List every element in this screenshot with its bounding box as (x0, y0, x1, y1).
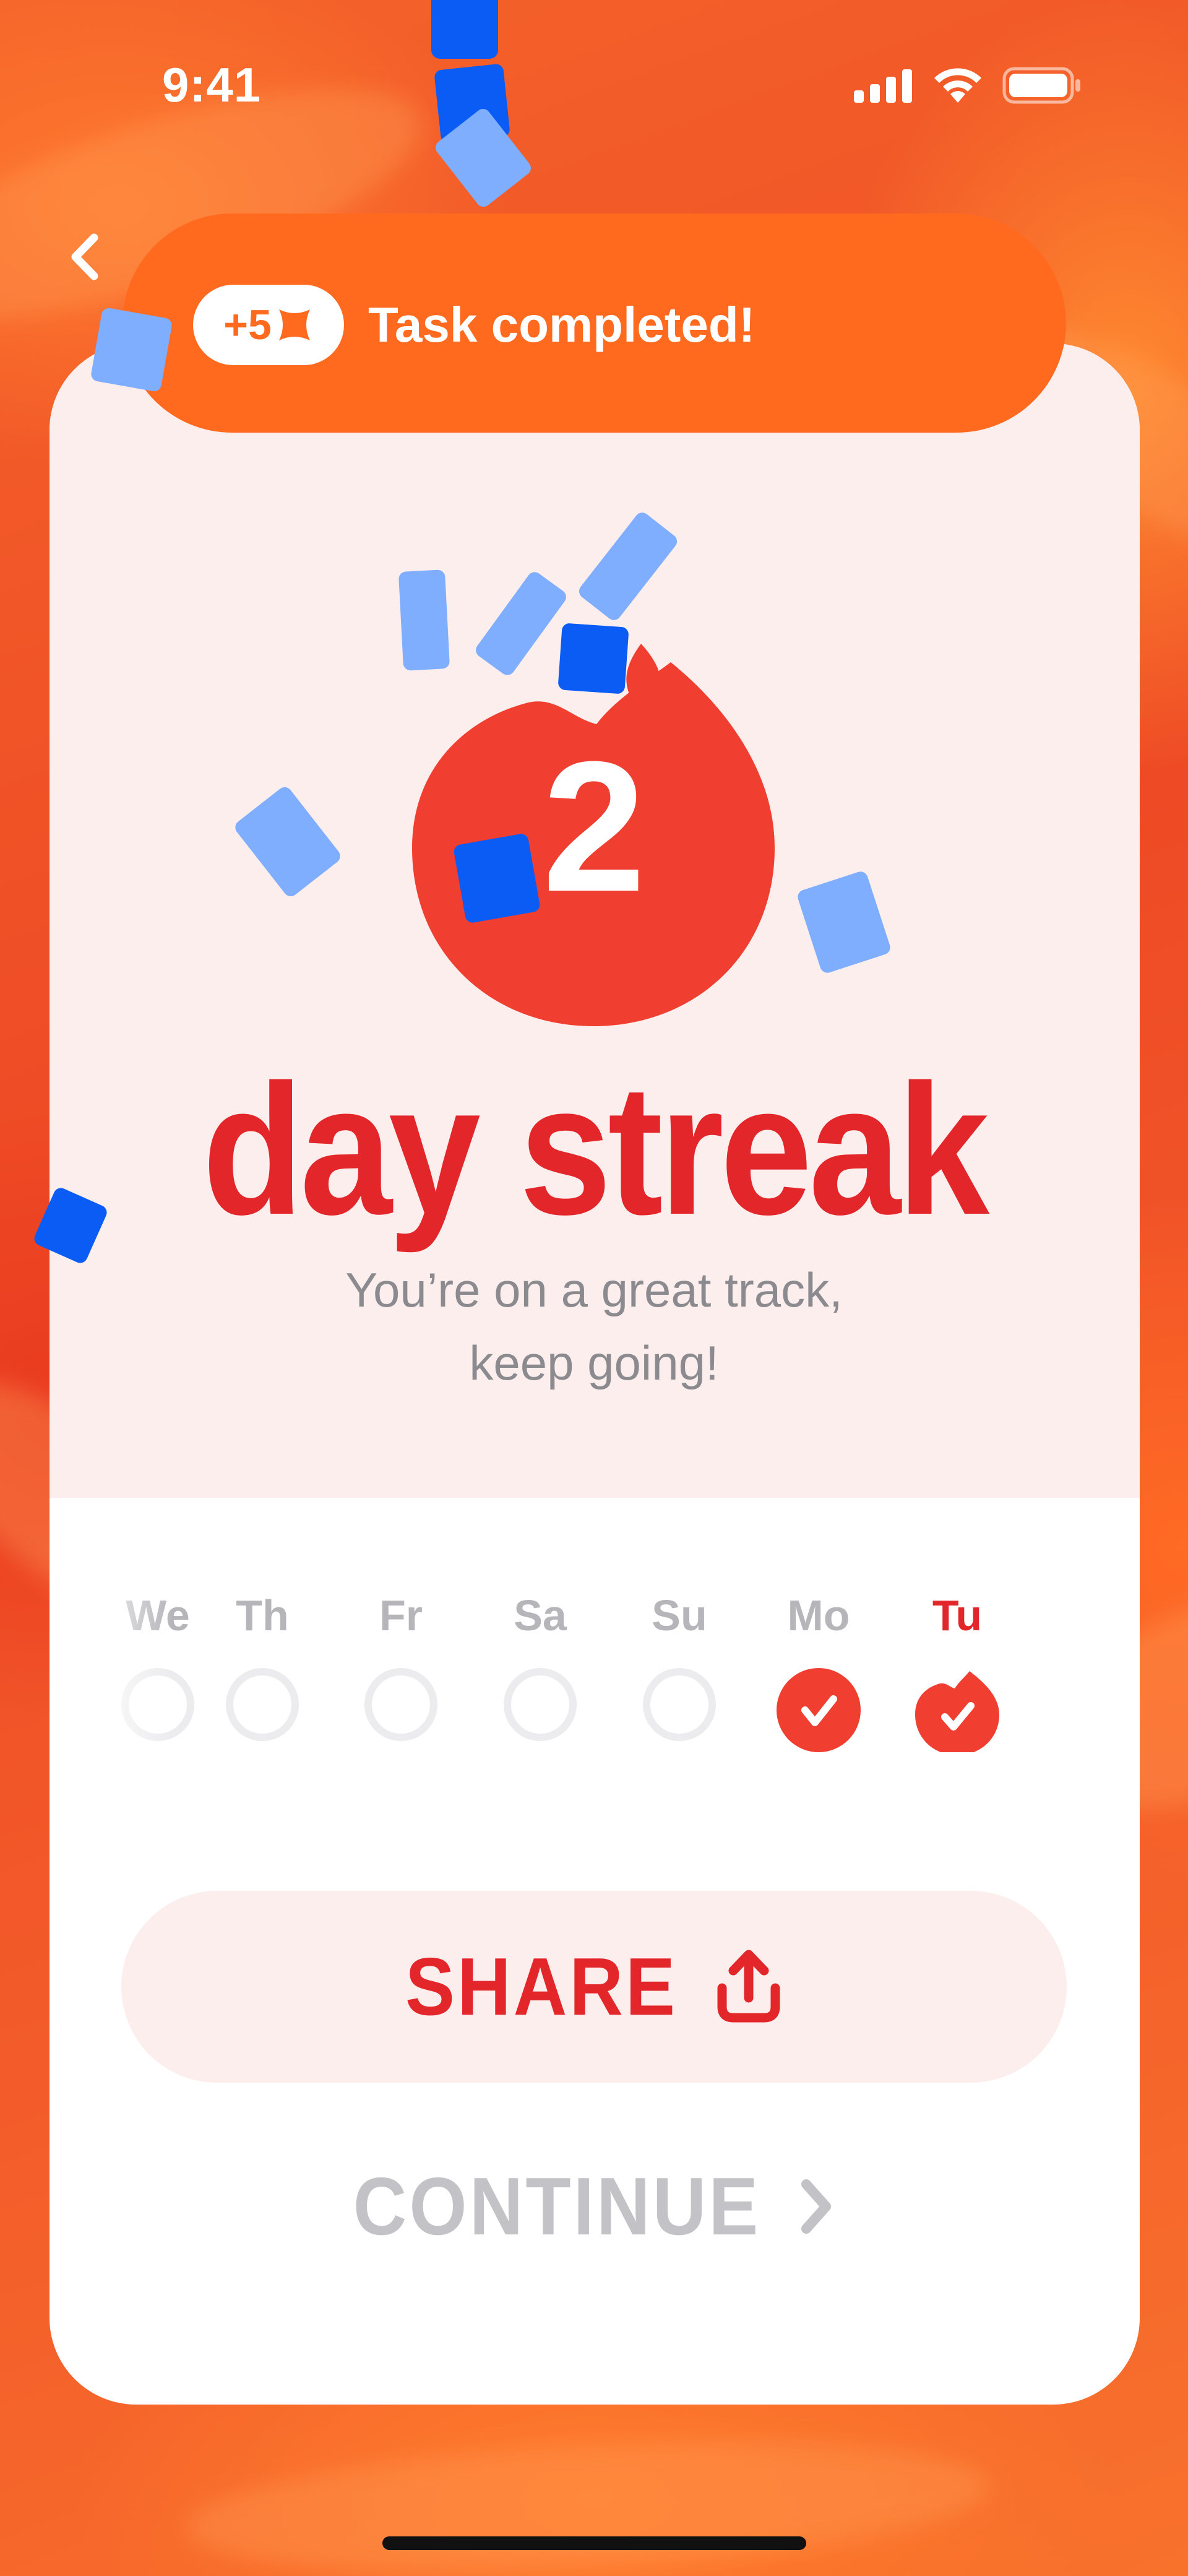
streak-subtitle: You’re on a great track, keep going! (0, 1253, 1188, 1399)
day-empty-circle (226, 1668, 299, 1741)
day-label-active: Tu (932, 1591, 983, 1640)
subtitle-line-1: You’re on a great track, (345, 1263, 843, 1317)
day-label: Th (236, 1591, 289, 1640)
check-circle-icon (777, 1668, 861, 1752)
share-button[interactable]: SHARE (121, 1891, 1067, 2083)
flame-check-icon (915, 1671, 999, 1755)
confetti-piece (398, 569, 450, 671)
day-su: Su (627, 1584, 732, 1741)
share-upload-icon (717, 1950, 780, 2023)
day-label: Su (652, 1591, 707, 1640)
battery-icon (1002, 67, 1080, 104)
chevron-right-icon (801, 2179, 832, 2234)
home-indicator[interactable] (382, 2536, 806, 2550)
day-tu: Tu (905, 1584, 1010, 1755)
day-label: Fr (379, 1591, 423, 1640)
subtitle-line-2: keep going! (469, 1336, 719, 1390)
back-chevron-icon[interactable] (62, 229, 111, 285)
day-fr: Fr (348, 1584, 454, 1741)
week-progress: We Th Fr Sa Su Mo Tu (0, 1584, 1188, 1770)
wifi-icon (934, 68, 981, 103)
signal-icon (854, 69, 912, 103)
day-sa: Sa (488, 1584, 593, 1741)
sparkle-icon (278, 309, 310, 340)
confetti-piece (557, 623, 629, 694)
day-empty-circle (504, 1668, 577, 1741)
day-label: Mo (787, 1591, 850, 1640)
status-icons (854, 67, 1083, 104)
continue-button[interactable]: CONTINUE (346, 2160, 842, 2253)
day-empty-circle (643, 1668, 716, 1741)
points-value: +5 (223, 301, 272, 348)
day-th: Th (210, 1584, 315, 1741)
day-mo: Mo (766, 1584, 871, 1755)
share-label: SHARE (405, 1941, 678, 2033)
confetti-piece (431, 0, 498, 59)
day-empty-circle (364, 1668, 437, 1741)
day-label: Sa (514, 1591, 567, 1640)
continue-label: CONTINUE (353, 2161, 761, 2252)
confetti-piece (452, 832, 541, 924)
points-badge: +5 (193, 285, 344, 365)
streak-title: day streak (202, 1045, 989, 1253)
week-fade (50, 1572, 173, 1770)
toast-message: Task completed! (368, 297, 755, 352)
status-time: 9:41 (162, 58, 262, 112)
confetti-piece (90, 306, 173, 393)
